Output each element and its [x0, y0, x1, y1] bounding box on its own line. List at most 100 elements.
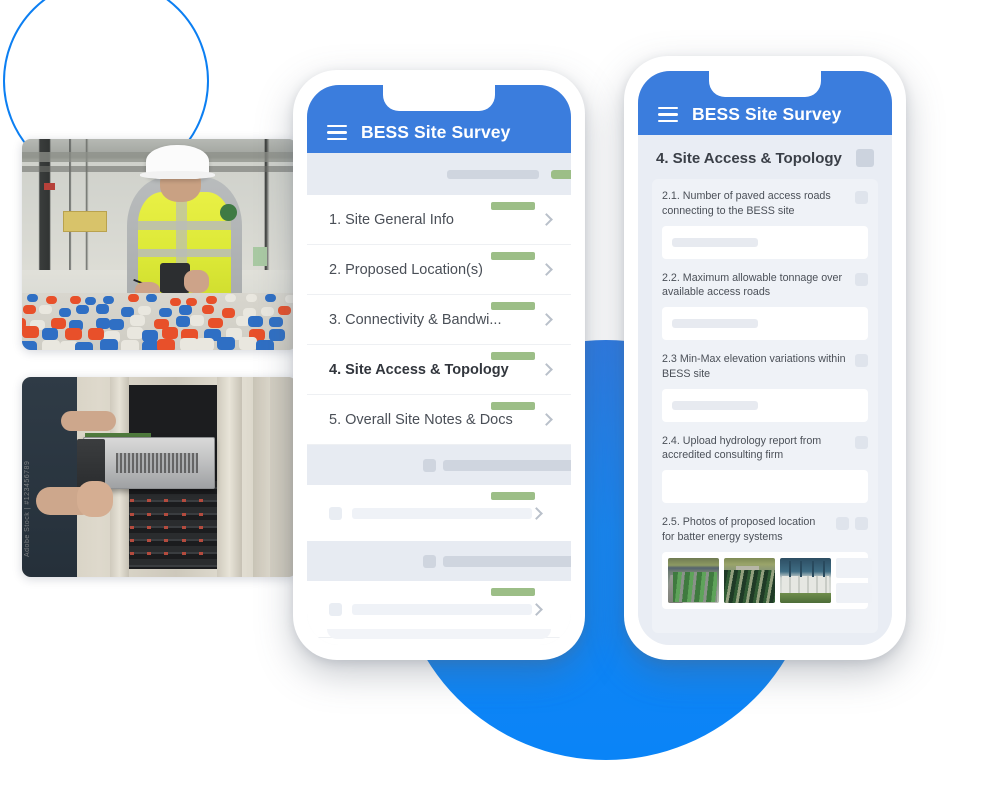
question-badge[interactable] — [855, 354, 868, 368]
battery-terminal-cap — [195, 338, 214, 350]
chevron-right-icon[interactable] — [540, 263, 553, 276]
battery-terminal-cap — [264, 293, 276, 302]
server-led — [164, 539, 169, 543]
battery-terminal-cap — [23, 305, 37, 315]
battery-terminal-cap — [42, 339, 61, 350]
section-title: 4. Site Access & Topology — [656, 149, 842, 167]
question-badge[interactable] — [836, 517, 849, 531]
hamburger-icon[interactable] — [327, 124, 347, 141]
section-list-item-4[interactable]: 4. Site Access & Topology — [307, 345, 571, 395]
upload-field[interactable] — [662, 470, 868, 504]
section-status-badge[interactable] — [856, 149, 874, 167]
server-led — [181, 525, 186, 529]
question-badges — [855, 352, 868, 368]
question-badge[interactable] — [855, 517, 868, 531]
battery-terminal-cap — [22, 340, 37, 350]
question-badges — [855, 271, 868, 286]
section-list-item-1[interactable]: 1. Site General Info — [307, 195, 571, 245]
section-list-item-3[interactable]: 3. Connectivity & Bandwi... — [307, 295, 571, 345]
chevron-right-icon[interactable] — [540, 413, 553, 426]
photo-thumb-bess-green-containers-row[interactable] — [668, 557, 719, 603]
hamburger-icon[interactable] — [658, 106, 678, 123]
app-title: BESS Site Survey — [692, 104, 842, 124]
server-led — [146, 525, 151, 529]
server-led — [198, 512, 203, 516]
battery-terminal-cap — [95, 304, 109, 314]
question-badges — [836, 515, 868, 531]
server-led — [198, 525, 203, 529]
battery-terminal-cap — [137, 306, 151, 316]
server-led — [146, 499, 151, 503]
photo-thumb-bess-dark-container-array[interactable] — [724, 557, 775, 603]
question-badge[interactable] — [855, 435, 868, 449]
chevron-right-icon[interactable] — [540, 313, 553, 326]
section-progress-bar — [491, 402, 535, 410]
answer-value — [672, 319, 758, 329]
answer-field[interactable] — [662, 388, 868, 422]
question-3: 2.3 Min-Max elevation variations within … — [662, 352, 868, 422]
phone-mockup-form-detail: BESS Site Survey 4. Site Access & Topolo… — [624, 56, 906, 660]
server-led — [129, 499, 134, 503]
section-list-item-5[interactable]: 5. Overall Site Notes & Docs — [307, 395, 571, 445]
battery-terminal-cap — [208, 317, 223, 329]
phone-notch — [709, 71, 821, 97]
section-progress-bar — [491, 252, 535, 260]
battery-terminal-cap — [221, 308, 235, 318]
battery-terminal-cap — [238, 337, 257, 350]
battery-terminal-cap — [126, 327, 144, 340]
battery-terminal-cap — [277, 305, 291, 316]
chevron-right-icon[interactable] — [530, 602, 543, 616]
battery-terminal-cap — [157, 339, 176, 350]
battery-terminal-cap — [41, 328, 59, 340]
answer-field[interactable] — [662, 307, 868, 341]
skeleton-check — [329, 506, 342, 520]
section-label: 2. Proposed Location(s) — [329, 261, 483, 278]
battery-terminal-cap — [22, 326, 39, 338]
phone-notch — [383, 85, 495, 111]
phone2-screen: BESS Site Survey 4. Site Access & Topolo… — [638, 71, 892, 645]
section-label: 5. Overall Site Notes & Docs — [329, 411, 513, 428]
server-led — [146, 552, 151, 556]
photo-thumb-bess-white-enclosure[interactable] — [780, 557, 831, 603]
skeleton-band-2 — [307, 541, 571, 581]
phone1-progress-band — [307, 153, 571, 195]
server-led — [164, 552, 169, 556]
question-text: 2.1. Number of paved access roads connec… — [662, 190, 831, 217]
battery-terminal-cap — [205, 295, 217, 304]
server-led — [164, 499, 169, 503]
phone2-appbar: BESS Site Survey — [638, 71, 892, 135]
server-led — [129, 539, 134, 543]
battery-terminal-cap — [175, 316, 191, 327]
chevron-right-icon[interactable] — [540, 363, 553, 376]
skeleton-row-1[interactable] — [307, 485, 571, 541]
server-led — [146, 512, 151, 516]
photo-empty-slot[interactable] — [836, 557, 872, 578]
battery-terminal-cap — [224, 293, 236, 302]
question-badge[interactable] — [855, 272, 868, 286]
server-led — [129, 552, 134, 556]
battery-terminal-cap — [248, 316, 263, 327]
photo-empty-slot[interactable] — [836, 582, 872, 603]
answer-field[interactable] — [662, 225, 868, 259]
server-led — [129, 512, 134, 516]
question-badge[interactable] — [855, 191, 868, 204]
battery-terminal-cap — [146, 293, 158, 302]
battery-terminal-cap — [39, 305, 52, 315]
chevron-right-icon[interactable] — [540, 213, 553, 226]
chevron-right-icon[interactable] — [530, 506, 543, 520]
photo-technician-rack-install: Adobe Stock | #123456789 — [22, 377, 297, 577]
question-text: 2.3 Min-Max elevation variations within … — [662, 353, 846, 380]
skeleton-line — [352, 603, 532, 615]
question-badges — [855, 434, 868, 449]
battery-terminal-cap — [76, 305, 89, 315]
battery-terminal-cap — [74, 341, 93, 350]
battery-terminal-cap — [27, 293, 39, 302]
battery-terminal-cap — [201, 304, 215, 314]
section-list-item-2[interactable]: 2. Proposed Location(s) — [307, 245, 571, 295]
section-progress-bar — [491, 202, 535, 210]
battery-terminal-cap — [161, 326, 178, 339]
photo-gallery — [662, 551, 872, 609]
battery-terminal-cap — [121, 339, 140, 350]
section-label: 4. Site Access & Topology — [329, 361, 509, 378]
section-label: 1. Site General Info — [329, 211, 454, 228]
